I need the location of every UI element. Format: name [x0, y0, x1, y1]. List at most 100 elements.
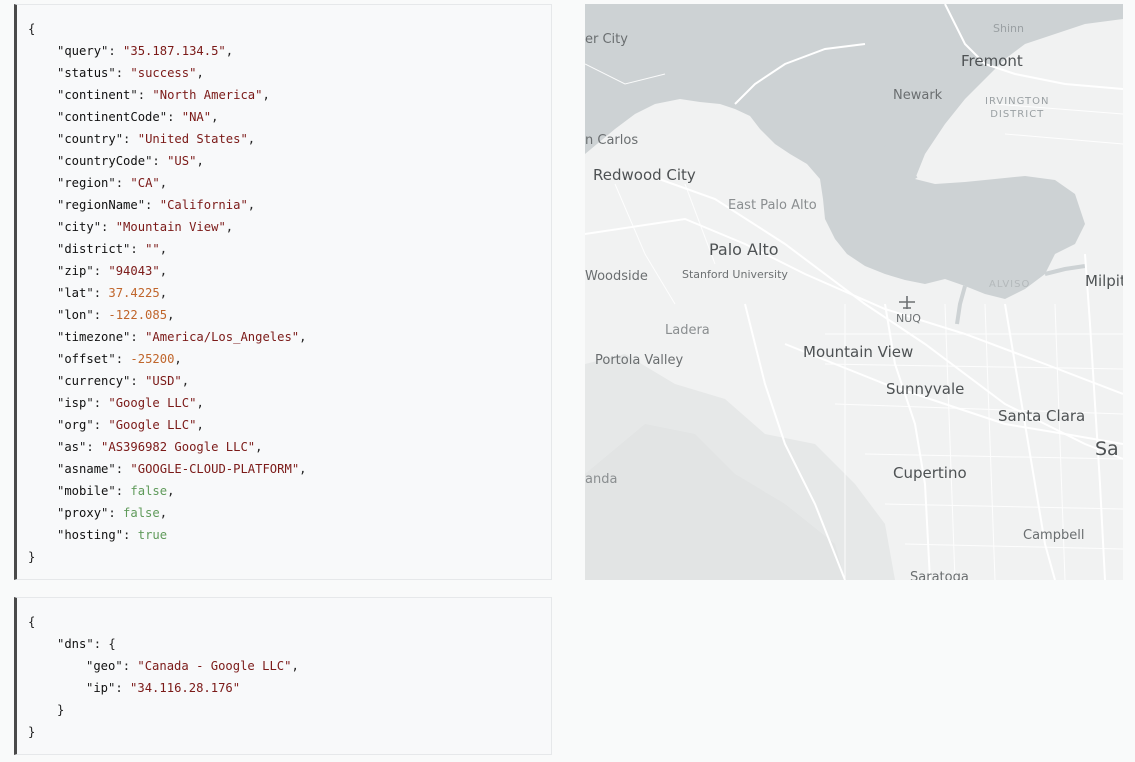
json-value: "United States" [137, 132, 248, 146]
json-key: dns [64, 637, 87, 651]
json-line: "city": "Mountain View", [28, 216, 551, 238]
json-punctuation: ": [86, 286, 109, 300]
map-label-east-palo-alto: East Palo Alto [728, 198, 817, 213]
map-label-palo-alto: Palo Alto [709, 240, 779, 259]
json-punctuation: ": [108, 176, 131, 190]
json-value: "34.116.28.176" [130, 681, 241, 695]
map-label-nuq: NUQ [896, 312, 921, 325]
json-key: geo [93, 659, 116, 673]
map-label-shinn: Shinn [993, 22, 1024, 35]
json-value: "AS396982 Google LLC" [101, 440, 256, 454]
json-punctuation: ": [115, 659, 138, 673]
json-close-brace: } [28, 699, 551, 721]
json-punctuation: , [196, 66, 204, 80]
json-punctuation: ": [137, 198, 160, 212]
json-value: "Canada - Google LLC" [137, 659, 292, 673]
irvington-text: IRVINGTON [985, 96, 1050, 107]
brace: { [108, 637, 116, 651]
map-label-alviso: ALVISO [989, 279, 1031, 290]
json-value: "North America" [152, 88, 263, 102]
json-punctuation: , [159, 286, 168, 300]
json-punctuation: , [225, 220, 234, 234]
json-punctuation: ": [86, 418, 109, 432]
district-text: DISTRICT [990, 109, 1045, 120]
json-value: false [130, 484, 168, 498]
json-punctuation: ": [86, 264, 109, 278]
ip-info-json-block: {"query": "35.187.134.5", "status": "succ… [14, 4, 552, 580]
json-line: "lon": -122.085, [28, 304, 551, 326]
json-key: countryCode [64, 154, 146, 168]
map-label-ladera: Ladera [665, 323, 710, 338]
json-value: "Google LLC" [108, 396, 197, 410]
bay-inlet-2 [955, 285, 967, 325]
json-key: status [64, 66, 109, 80]
json-punctuation: ": [145, 154, 168, 168]
map-label-woodside: Woodside [585, 269, 648, 284]
json-line: "country": "United States", [28, 128, 551, 150]
location-map[interactable]: Shinn Fremont Newark IRVINGTON DISTRICT … [585, 4, 1123, 580]
json-punctuation: , [299, 462, 307, 476]
json-line: "continentCode": "NA", [28, 106, 551, 128]
json-punctuation: ": [101, 44, 124, 58]
brace: } [28, 725, 36, 739]
json-punctuation: , [159, 176, 168, 190]
json-punctuation: , [255, 440, 263, 454]
map-label-saratoga: Saratoga [910, 570, 969, 580]
json-key: query [64, 44, 102, 58]
json-value: -122.085 [108, 308, 168, 322]
json-key: lat [64, 286, 87, 300]
json-line: "regionName": "California", [28, 194, 551, 216]
json-punctuation: , [196, 154, 204, 168]
json-line: "offset": -25200, [28, 348, 551, 370]
json-key: as [64, 440, 80, 454]
json-punctuation: , [196, 418, 204, 432]
map-graphic [585, 4, 1123, 580]
json-punctuation: ": [123, 374, 146, 388]
json-line: "hosting": true [28, 524, 551, 546]
json-open-brace: { [28, 611, 551, 633]
map-label-san-carlos: n Carlos [585, 133, 639, 148]
json-line: "status": "success", [28, 62, 551, 84]
json-punctuation: ": [108, 681, 131, 695]
json-key: city [64, 220, 94, 234]
json-close-brace: } [28, 546, 551, 568]
map-label-san-jose: Sa [1095, 438, 1119, 460]
json-line: "lat": 37.4225, [28, 282, 551, 304]
json-value: false [123, 506, 160, 520]
json-punctuation: ": [86, 396, 109, 410]
map-label-campbell: Campbell [1023, 528, 1085, 543]
json-line: "query": "35.187.134.5", [28, 40, 551, 62]
json-punctuation: ": [108, 352, 131, 366]
json-key: timezone [64, 330, 124, 344]
json-value: "America/Los_Angeles" [145, 330, 300, 344]
json-punctuation: , [262, 88, 270, 102]
json-punctuation: , [211, 110, 219, 124]
json-key: district [64, 242, 124, 256]
json-line: "ip": "34.116.28.176" [28, 677, 551, 699]
airport-icon [899, 296, 915, 309]
json-punctuation: , [299, 330, 307, 344]
ip-info-lines: {"query": "35.187.134.5", "status": "succ… [17, 5, 551, 568]
json-value: "NA" [181, 110, 212, 124]
map-label-santa-clara: Santa Clara [998, 407, 1086, 425]
json-punctuation: , [159, 506, 168, 520]
json-punctuation: ": [123, 330, 146, 344]
json-punctuation: ": [108, 484, 131, 498]
json-value: "Google LLC" [108, 418, 197, 432]
json-open-brace: { [28, 18, 551, 40]
map-label-newark: Newark [893, 88, 943, 103]
json-punctuation: , [159, 264, 168, 278]
json-punctuation: , [247, 132, 256, 146]
json-punctuation: ": [115, 132, 138, 146]
json-value: "GOOGLE-CLOUD-PLATFORM" [130, 462, 300, 476]
json-value: "94043" [108, 264, 160, 278]
json-punctuation: ": [86, 637, 109, 651]
map-label-sunnyvale: Sunnyvale [886, 380, 965, 398]
json-punctuation: , [181, 374, 190, 388]
json-value: "California" [159, 198, 248, 212]
json-key: org [64, 418, 87, 432]
json-key: region [64, 176, 109, 190]
json-punctuation: ": [108, 66, 131, 80]
json-punctuation: , [291, 659, 299, 673]
json-line: "currency": "USD", [28, 370, 551, 392]
